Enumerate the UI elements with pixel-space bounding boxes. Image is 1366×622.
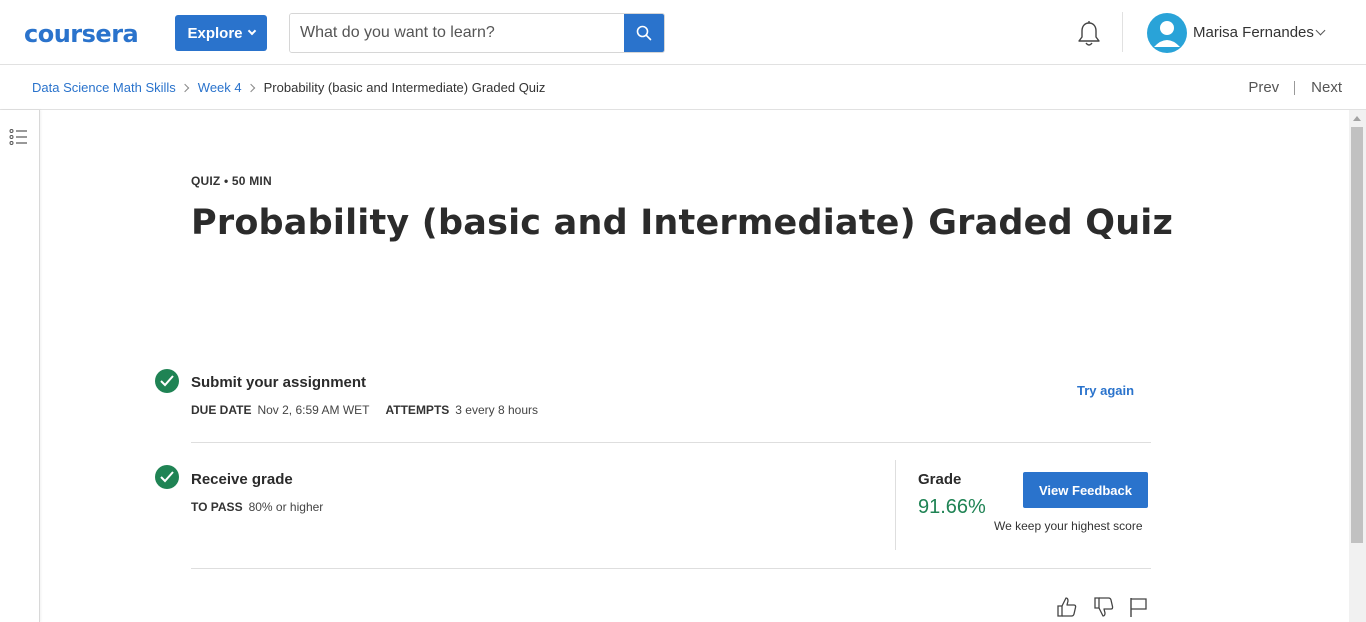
- to-pass-value: 80% or higher: [248, 500, 324, 514]
- receive-meta: TO PASS 80% or higher: [191, 500, 323, 514]
- avatar[interactable]: [1147, 13, 1187, 53]
- quiz-eyebrow: QUIZ • 50 MIN: [191, 174, 272, 188]
- search-icon: [636, 25, 652, 41]
- receive-check-icon: [155, 465, 179, 489]
- chevron-down-icon[interactable]: [1315, 25, 1326, 36]
- breadcrumb-week[interactable]: Week 4: [198, 80, 242, 95]
- chevron-down-icon: [247, 26, 256, 36]
- due-date-label: DUE DATE: [191, 403, 252, 417]
- highest-score-note: We keep your highest score: [994, 519, 1143, 533]
- explore-label: Explore: [187, 24, 243, 42]
- search-input[interactable]: [290, 14, 626, 52]
- prev-next-nav: Prev Next: [1248, 79, 1342, 96]
- due-date-value: Nov 2, 6:59 AM WET: [257, 403, 370, 417]
- scroll-up-icon[interactable]: [1353, 116, 1361, 121]
- explore-button[interactable]: Explore: [175, 15, 267, 51]
- scroll-thumb[interactable]: [1351, 127, 1363, 543]
- breadcrumb-current: Probability (basic and Intermediate) Gra…: [263, 80, 546, 95]
- submit-meta: DUE DATE Nov 2, 6:59 AM WET ATTEMPTS 3 ever…: [191, 403, 538, 417]
- grade-divider: [895, 460, 896, 550]
- grade-value: 91.66%: [918, 496, 986, 518]
- coursera-logo[interactable]: coursera: [24, 20, 139, 48]
- breadcrumb: Data Science Math Skills Week 4 Probabil…: [32, 80, 545, 95]
- breadcrumb-course[interactable]: Data Science Math Skills: [32, 80, 176, 95]
- user-name[interactable]: Marisa Fernandes: [1193, 24, 1314, 41]
- chevron-right-icon: [180, 83, 190, 92]
- search-bar: [289, 13, 665, 53]
- thumbs-down-icon[interactable]: [1093, 596, 1115, 618]
- search-button[interactable]: [624, 14, 664, 52]
- flag-icon[interactable]: [1128, 596, 1150, 618]
- grade-label: Grade: [918, 471, 962, 488]
- scrollbar[interactable]: [1349, 110, 1366, 622]
- chevron-right-icon: [246, 83, 255, 92]
- breadcrumb-bar: Data Science Math Skills Week 4 Probabil…: [0, 65, 1366, 110]
- user-icon: [1154, 21, 1180, 47]
- attempts-value: 3 every 8 hours: [455, 403, 538, 417]
- submit-check-icon: [155, 369, 179, 393]
- attempts-label: ATTEMPTS: [385, 403, 450, 417]
- list-menu-icon[interactable]: [9, 128, 29, 146]
- section-divider: [191, 568, 1151, 569]
- top-header: coursera Explore Marisa Fernandes: [0, 0, 1366, 65]
- receive-title: Receive grade: [191, 471, 293, 488]
- page-title: Probability (basic and Intermediate) Gra…: [191, 203, 1174, 243]
- to-pass-label: TO PASS: [191, 500, 243, 514]
- nav-divider: [1294, 80, 1296, 95]
- header-divider: [1122, 12, 1123, 52]
- thumbs-up-icon[interactable]: [1056, 596, 1078, 618]
- prev-link[interactable]: Prev: [1248, 79, 1279, 96]
- submit-title: Submit your assignment: [191, 374, 367, 391]
- next-link[interactable]: Next: [1311, 79, 1342, 96]
- left-rail: [0, 110, 40, 622]
- bell-icon[interactable]: [1076, 20, 1102, 48]
- view-feedback-button[interactable]: View Feedback: [1023, 472, 1148, 508]
- try-again-link[interactable]: Try again: [1077, 383, 1134, 398]
- section-divider: [191, 442, 1151, 443]
